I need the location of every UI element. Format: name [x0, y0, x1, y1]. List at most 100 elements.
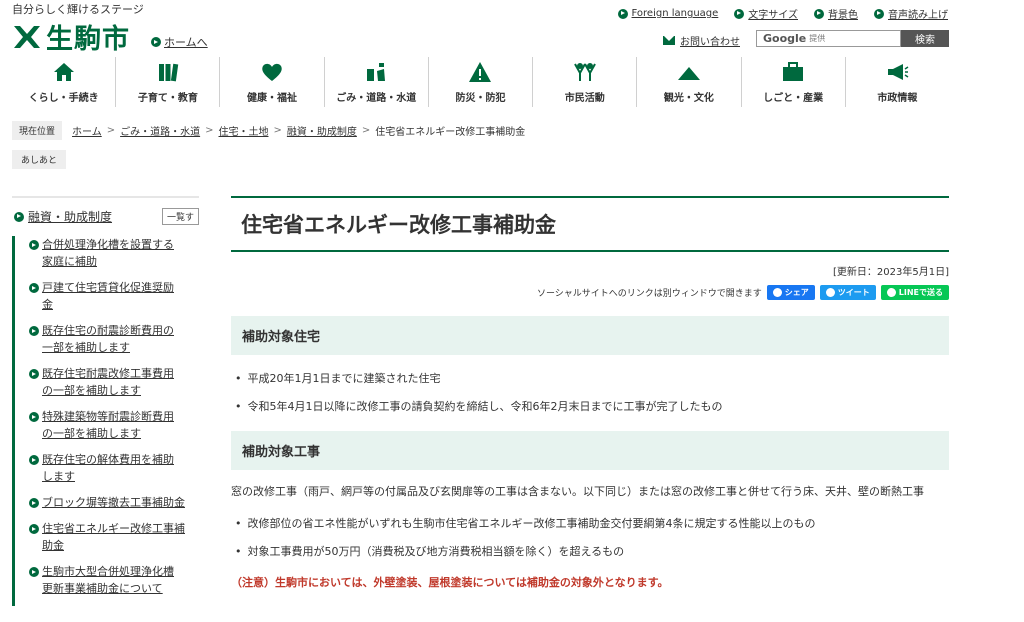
arrow-bullet-icon — [29, 567, 39, 577]
footprint-button[interactable]: あしあと — [12, 150, 67, 169]
mountain-icon — [677, 66, 700, 80]
sidebar-item-label: 生駒市大型合併処理浄化槽 更新事業補助金について — [42, 563, 174, 597]
sidebar-item-line: 更新事業補助金について — [42, 582, 163, 595]
megaphone-icon — [888, 63, 909, 80]
sidebar-list: 合併処理浄化槽を設置する 家庭に補助戸建て住宅賃貸化促進奨励金既存住宅の耐震診断費… — [12, 236, 199, 606]
sidebar-item-line: 生駒市大型合併処理浄化槽 — [42, 565, 174, 578]
twitter-share-button[interactable]: ツイート — [819, 285, 876, 300]
people-icon — [573, 62, 596, 81]
list-item: 令和5年4月1日以降に改修工事の請負契約を締結し、令和6年2月末日までに工事が完… — [235, 399, 949, 415]
sidebar-item-label: 戸建て住宅賃貸化促進奨励金 — [42, 279, 174, 313]
sidebar-item[interactable]: 戸建て住宅賃貸化促進奨励金 — [29, 279, 199, 313]
sidebar-item-line: の一部を補助します — [42, 427, 141, 440]
read-aloud-link[interactable]: 音声読み上げ — [874, 6, 948, 21]
gnav-item-garbage[interactable]: ごみ・道路・水道 — [325, 57, 429, 107]
arrow-bullet-icon — [151, 37, 161, 47]
sidebar-item-line: 戸建て住宅賃貸化促進奨励 — [42, 281, 174, 294]
global-nav: くらし・手続き 子育て・教育 健康・福祉 ごみ・道路・水道 防災・防犯 市民活動… — [12, 57, 949, 107]
foreign-language-link[interactable]: Foreign language — [617, 6, 719, 21]
social-note: ソーシャルサイトへのリンクは別ウィンドウで開きます — [536, 289, 762, 299]
section2-list: 改修部位の省エネ性能がいずれも生駒市住宅省エネルギー改修工事補助金交付要綱第4条… — [231, 516, 949, 560]
list-item: 改修部位の省エネ性能がいずれも生駒市住宅省エネルギー改修工事補助金交付要綱第4条… — [235, 516, 949, 532]
sidebar-item[interactable]: 既存住宅の耐震診断費用の 一部を補助します — [29, 322, 199, 356]
utility-links: Foreign language 文字サイズ 背景色 音声読み上げ — [617, 6, 948, 21]
contact-link[interactable]: お問い合わせ — [663, 33, 740, 48]
sidebar-item-line: 住宅省エネルギー改修工事補 — [42, 522, 185, 535]
search-button[interactable]: 検索 — [901, 30, 949, 47]
contact-label: お問い合わせ — [680, 37, 740, 48]
gnav-item-childcare[interactable]: 子育て・教育 — [116, 57, 221, 107]
sidebar-item-label: 特殊建築物等耐震診断費用 の一部を補助します — [42, 408, 174, 442]
sidebar-item-line: 合併処理浄化槽を設置する — [42, 238, 174, 251]
gnav-item-living[interactable]: くらし・手続き — [12, 57, 117, 107]
facebook-share-label: シェア — [784, 288, 809, 297]
gnav-item-safety[interactable]: 防災・防犯 — [429, 57, 534, 107]
gnav-label: しごと・産業 — [763, 92, 824, 104]
sidebar-item-label: 住宅省エネルギー改修工事補 助金 — [42, 520, 185, 554]
breadcrumb-separator: > — [106, 125, 116, 136]
home-link-label: ホームへ — [164, 36, 208, 49]
sidebar-item-label: ブロック塀等撤去工事補助金 — [42, 494, 185, 511]
arrow-bullet-icon — [29, 240, 39, 250]
breadcrumb-subsidy[interactable]: 融資・助成制度 — [287, 123, 357, 138]
gnav-item-health[interactable]: 健康・福祉 — [220, 57, 325, 107]
sidebar-item[interactable]: 既存住宅耐震改修工事費用 の一部を補助します — [29, 365, 199, 399]
sidebar-item[interactable]: 生駒市大型合併処理浄化槽 更新事業補助金について — [29, 563, 199, 597]
breadcrumb-garbage[interactable]: ごみ・道路・水道 — [120, 123, 200, 138]
gnav-item-govt[interactable]: 市政情報 — [846, 57, 949, 107]
main-content: 住宅省エネルギー改修工事補助金 [更新日：2023年5月1日] ソーシャルサイト… — [231, 196, 949, 590]
site-logo[interactable]: 生駒市 — [12, 17, 130, 56]
gnav-label: ごみ・道路・水道 — [336, 92, 417, 104]
breadcrumb-home[interactable]: ホーム — [72, 123, 102, 138]
arrow-bullet-icon — [734, 8, 745, 19]
sidebar-item[interactable]: 既存住宅の解体費用を補助 します — [29, 451, 199, 485]
list-item: 対象工事費用が50万円（消費税及び地方消費税相当額を除く）を超えるもの — [235, 544, 949, 560]
arrow-bullet-icon — [29, 412, 39, 422]
sidebar-item[interactable]: 住宅省エネルギー改修工事補 助金 — [29, 520, 199, 554]
search-input[interactable]: Google 提供 — [756, 30, 901, 47]
arrow-bullet-icon — [29, 455, 39, 465]
line-share-button[interactable]: LINEで送る — [880, 285, 949, 300]
sidebar-hide-button[interactable]: 一覧す — [161, 208, 199, 225]
foreign-language-label: Foreign language — [631, 8, 719, 19]
line-icon — [886, 288, 896, 297]
section-heading: 補助対象住宅 — [231, 316, 949, 355]
sidebar-item[interactable]: 特殊建築物等耐震診断費用 の一部を補助します — [29, 408, 199, 442]
books-icon — [158, 63, 179, 81]
sidebar-heading-link[interactable]: 融資・助成制度 — [14, 208, 112, 225]
site-tagline: 自分らしく輝けるステージ — [12, 3, 144, 16]
line-share-label: LINEで送る — [898, 288, 943, 297]
font-size-link[interactable]: 文字サイズ — [734, 6, 798, 21]
background-color-label: 背景色 — [828, 10, 858, 21]
sidebar-item-line: の一部を補助します — [42, 384, 141, 397]
gnav-item-tourism[interactable]: 観光・文化 — [637, 57, 742, 107]
page-title: 住宅省エネルギー改修工事補助金 — [241, 213, 556, 237]
search-brand-sub: 提供 — [809, 34, 826, 43]
gnav-label: 防災・防犯 — [455, 92, 506, 104]
logo-mark-icon — [14, 25, 40, 48]
gnav-label: 観光・文化 — [663, 92, 714, 104]
sidebar-item[interactable]: 合併処理浄化槽を設置する 家庭に補助 — [29, 236, 199, 270]
breadcrumb-housing[interactable]: 住宅・土地 — [219, 123, 269, 138]
arrow-bullet-icon — [29, 283, 39, 293]
breadcrumb: 現在位置 ホーム > ごみ・道路・水道 > 住宅・土地 > 融資・助成制度 > … — [12, 121, 525, 140]
page-title-box: 住宅省エネルギー改修工事補助金 — [231, 196, 949, 252]
facebook-share-button[interactable]: シェア — [766, 285, 815, 300]
breadcrumb-current: 住宅省エネルギー改修工事補助金 — [375, 127, 526, 138]
sidebar-header: 融資・助成制度 一覧す — [14, 208, 199, 225]
sidebar-item[interactable]: ブロック塀等撤去工事補助金 — [29, 494, 199, 511]
sidebar-divider — [12, 196, 199, 198]
gnav-label: 市政情報 — [877, 92, 918, 104]
sidebar-item-line: 家庭に補助 — [42, 255, 97, 268]
search-brand: Google — [763, 32, 807, 45]
caution-note: （注意）生駒市においては、外壁塗装、屋根塗装については補助金の対象外となります。 — [231, 576, 669, 589]
home-link[interactable]: ホームへ — [151, 34, 208, 50]
background-color-link[interactable]: 背景色 — [814, 6, 858, 21]
gnav-item-work[interactable]: しごと・産業 — [742, 57, 846, 107]
arrow-bullet-icon — [874, 8, 884, 19]
section1-list: 平成20年1月1日までに建築された住宅 令和5年4月1日以降に改修工事の請負契約… — [231, 371, 949, 415]
sidebar-item-line: 特殊建築物等耐震診断費用 — [42, 410, 174, 423]
sidebar-item-label: 既存住宅耐震改修工事費用 の一部を補助します — [42, 365, 174, 399]
mail-icon — [663, 36, 675, 45]
gnav-item-civic[interactable]: 市民活動 — [533, 57, 638, 107]
